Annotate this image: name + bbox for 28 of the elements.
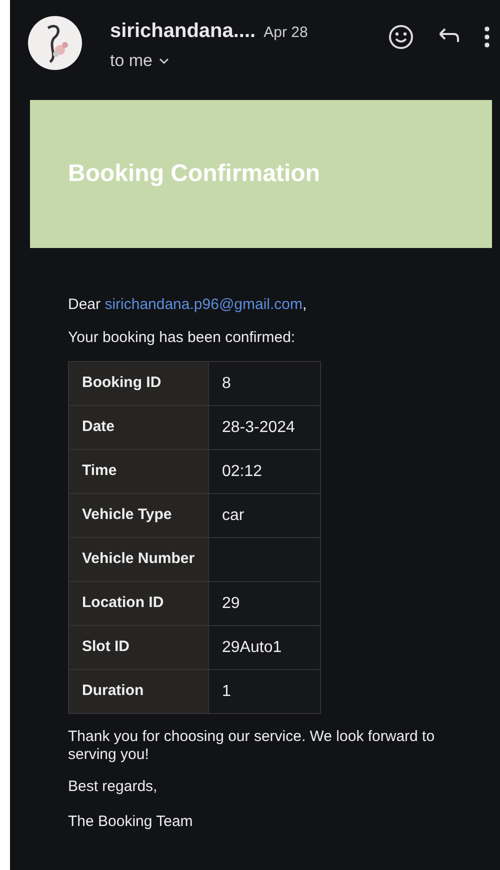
greeting-text: Dear sirichandana.p96@gmail.com, <box>68 295 308 315</box>
sender-name: sirichandana.... <box>110 19 256 44</box>
table-cell: Booking ID <box>68 362 208 406</box>
signature-text: The Booking Team <box>68 812 194 832</box>
thanks-text: Thank you for choosing our service. We look forward to serving you! <box>68 728 436 764</box>
table-cell: 8 <box>208 362 320 406</box>
email-date: Apr 28 <box>264 23 308 43</box>
email-link[interactable]: sirichandana.p96@gmail.com <box>104 296 303 313</box>
recipient-toggle[interactable]: to me <box>110 48 308 74</box>
table-cell: 28-3-2024 <box>208 406 320 450</box>
banner-title: Booking Confirmation <box>68 159 320 189</box>
table-cell: Duration <box>68 670 208 714</box>
table-cell: Vehicle Number <box>68 538 208 582</box>
table-cell: 29Auto1 <box>208 626 320 670</box>
emoji-icon[interactable] <box>388 24 414 50</box>
table-cell: Date <box>68 406 208 450</box>
table-cell: Vehicle Type <box>68 494 208 538</box>
table-cell: Time <box>68 450 208 494</box>
table-cell: Slot ID <box>68 626 208 670</box>
table-cell: Location ID <box>68 582 208 626</box>
chevron-down-icon <box>158 56 169 65</box>
table-cell: 29 <box>208 582 320 626</box>
regards-text: Best regards, <box>68 777 158 797</box>
table-cell: car <box>208 494 320 538</box>
table-cell: 1 <box>208 670 320 714</box>
more-options-icon[interactable] <box>484 26 490 48</box>
table-cell: 02:12 <box>208 450 320 494</box>
intro-text: Your booking has been confirmed: <box>68 328 296 348</box>
